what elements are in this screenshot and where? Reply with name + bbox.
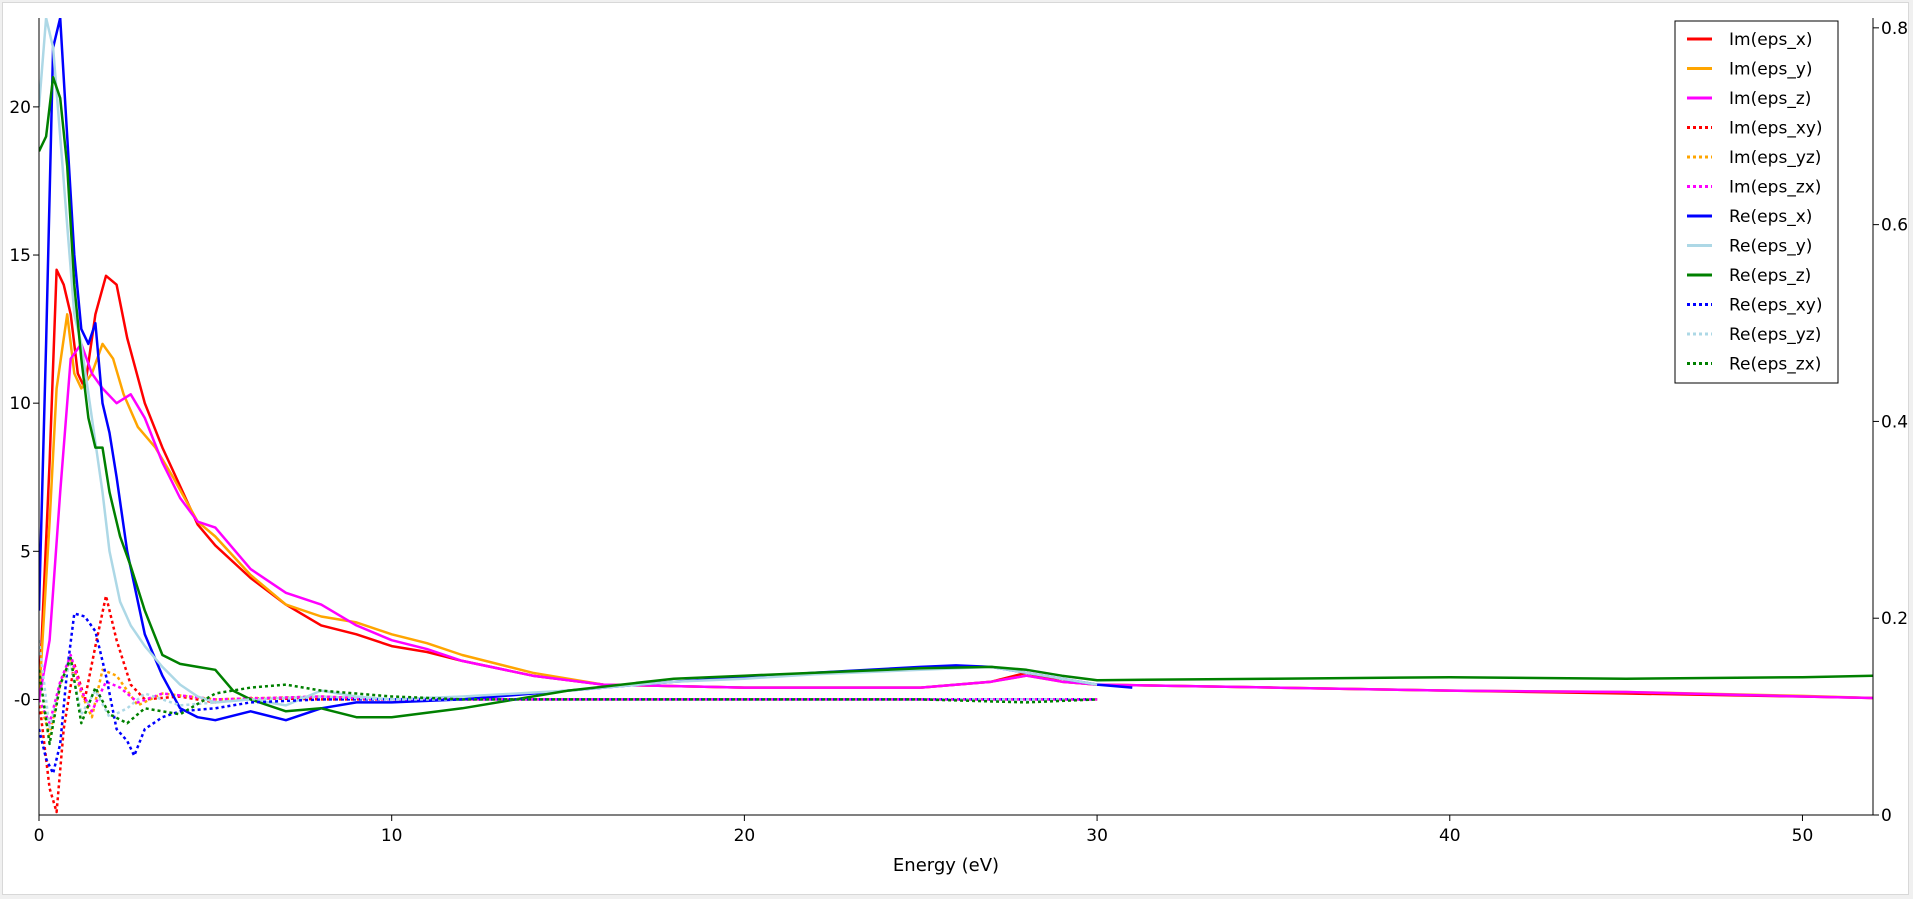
- y2-tick-label: 0.4: [1881, 412, 1908, 432]
- x-tick-label: 50: [1792, 826, 1814, 846]
- legend-item-label: Im(eps_xy): [1729, 119, 1823, 139]
- legend-item-label: Im(eps_z): [1729, 89, 1811, 109]
- series-line-reeps-yz: [39, 640, 1098, 731]
- y-tick-label: 10: [9, 394, 31, 414]
- y2-tick-label: 0: [1881, 806, 1892, 826]
- series-line-reeps-x: [39, 18, 1133, 722]
- legend-item-label: Re(eps_y): [1729, 237, 1812, 257]
- x-tick-label: 0: [34, 826, 45, 846]
- y-tick-label: -0: [14, 690, 31, 710]
- legend: Im(eps_x) Im(eps_y) Im(eps_z) Im(eps_xy) Im(…: [1674, 20, 1839, 384]
- legend-item-label: Im(eps_y): [1729, 60, 1813, 80]
- y-tick-label: 15: [9, 246, 31, 266]
- x-axis-label: Energy (eV): [893, 855, 999, 876]
- y-tick-label: 20: [9, 98, 31, 118]
- legend-item-label: Im(eps_x): [1729, 30, 1813, 50]
- legend-item-label: Re(eps_xy): [1729, 296, 1823, 316]
- x-tick-label: 10: [381, 826, 403, 846]
- y2-tick-label: 0.8: [1881, 19, 1908, 39]
- series-line-reeps-y: [39, 18, 1098, 707]
- series-line-imeps-z: [39, 342, 1873, 700]
- y2-tick-label: 0.6: [1881, 216, 1908, 236]
- legend-item-label: Re(eps_yz): [1729, 325, 1821, 345]
- chart-frame: 0 10 20 30 40 50 -0 5 10 15 20 0 0.2 0.4 0.6 0.8 Im(eps…: [2, 2, 1909, 895]
- legend-item-label: Im(eps_zx): [1729, 178, 1821, 198]
- plot-area: [39, 18, 1873, 814]
- series-line-reeps-zx: [39, 656, 1098, 746]
- series-line-reeps-xy: [39, 612, 1098, 775]
- legend-item-label: Re(eps_zx): [1729, 355, 1821, 375]
- y2-tick-label: 0.2: [1881, 609, 1908, 629]
- legend-item-label: Im(eps_yz): [1729, 148, 1821, 168]
- x-tick-label: 30: [1086, 826, 1108, 846]
- x-tick-label: 40: [1439, 826, 1461, 846]
- legend-item-label: Re(eps_x): [1729, 207, 1812, 227]
- series-line-imeps-x: [39, 268, 1873, 700]
- axes: 0 10 20 30 40 50 -0 5 10 15 20 0 0.2 0.4 0.6 0.8: [9, 18, 1908, 846]
- x-tick-label: 20: [734, 826, 756, 846]
- series-line-imeps-y: [39, 313, 1873, 700]
- legend-item-label: Re(eps_z): [1729, 266, 1811, 286]
- chart-canvas: 0 10 20 30 40 50 -0 5 10 15 20 0 0.2 0.4 0.6 0.8 Im(eps…: [9, 18, 1908, 876]
- y-tick-label: 5: [20, 542, 31, 562]
